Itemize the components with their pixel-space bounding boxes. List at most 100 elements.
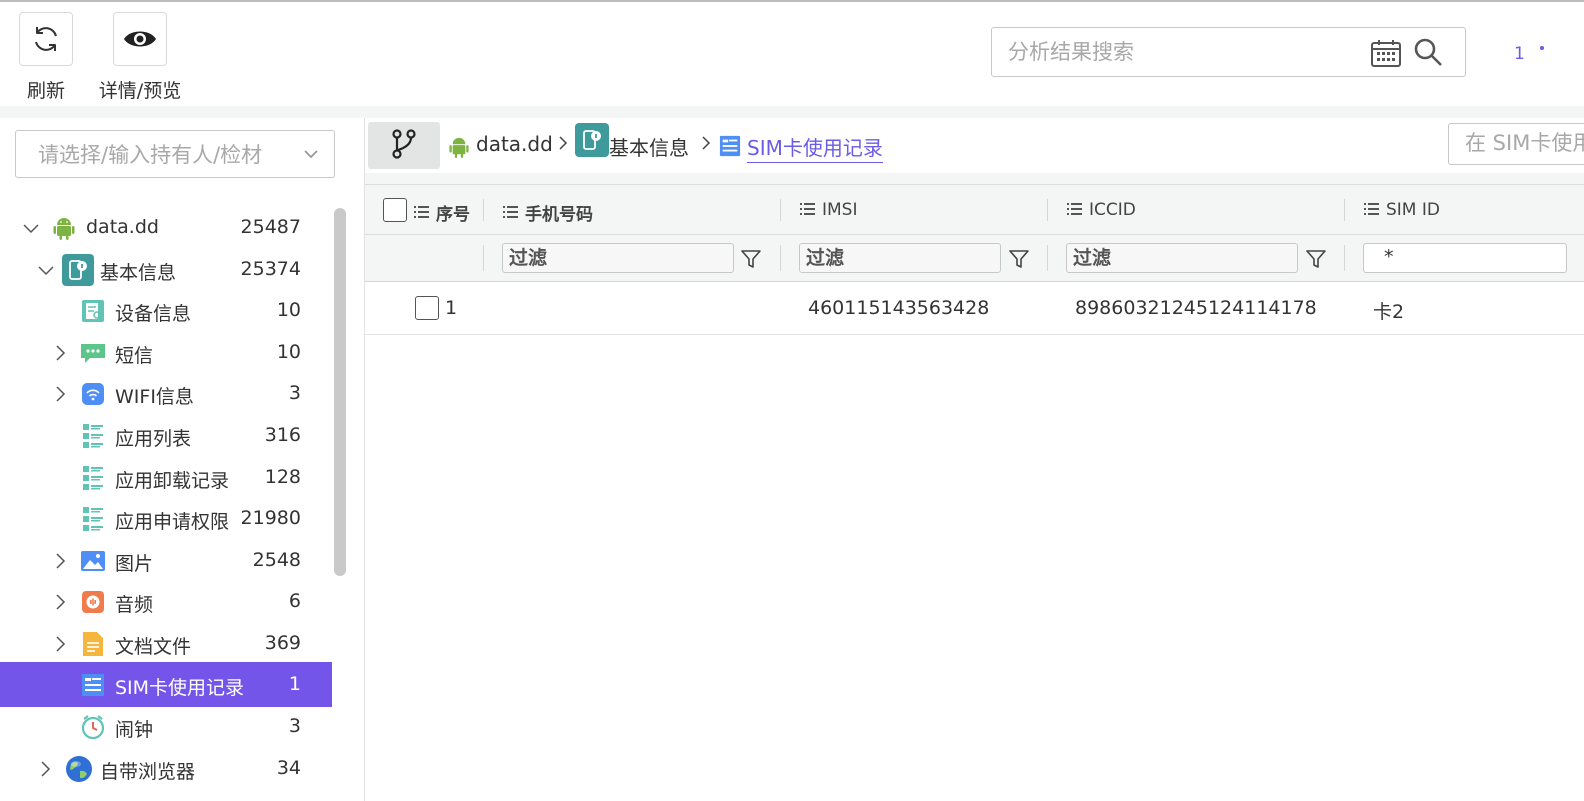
- filter-icon[interactable]: [1008, 248, 1030, 274]
- chevron-right-icon[interactable]: [37, 761, 53, 777]
- tree-item-count: 2548: [252, 549, 301, 571]
- owner-select[interactable]: [15, 130, 335, 178]
- chevron-down-icon[interactable]: [38, 262, 54, 278]
- chevron-right-icon[interactable]: [52, 345, 68, 361]
- column-divider[interactable]: [1344, 199, 1345, 221]
- imsi-filter-input[interactable]: [806, 247, 986, 269]
- breadcrumb-item-data-dd[interactable]: data.dd: [476, 132, 553, 156]
- tree-item-count: 10: [276, 299, 301, 321]
- column-menu-icon[interactable]: [414, 203, 429, 223]
- row-checkbox[interactable]: [415, 296, 439, 320]
- details-preview-button[interactable]: 详情/预览: [93, 12, 187, 103]
- in-table-search[interactable]: [1448, 123, 1584, 165]
- column-header-iccid[interactable]: ICCID: [1067, 200, 1136, 220]
- filter-icon[interactable]: [1305, 248, 1327, 274]
- breadcrumb-item-basic-info[interactable]: 基本信息: [609, 132, 689, 161]
- in-table-search-input[interactable]: [1465, 131, 1584, 155]
- refresh-button[interactable]: 刷新: [19, 12, 73, 103]
- column-header-label: SIM ID: [1386, 200, 1440, 220]
- divider-band: [365, 173, 1584, 184]
- phone-filter-input[interactable]: [509, 247, 716, 269]
- toolbar: 刷新 详情/预览 1: [0, 2, 1584, 106]
- chevron-right-icon[interactable]: [52, 636, 68, 652]
- image-icon: [80, 548, 106, 574]
- column-menu-icon[interactable]: [503, 203, 518, 223]
- column-header-phone[interactable]: 手机号码: [503, 200, 593, 225]
- column-divider[interactable]: [483, 199, 484, 221]
- imsi-filter[interactable]: [799, 243, 1001, 273]
- tree-item-count: 10: [276, 341, 301, 363]
- column-divider[interactable]: [1047, 199, 1048, 221]
- column-menu-icon[interactable]: [1364, 200, 1379, 220]
- tree-item-label: 应用列表: [115, 428, 192, 450]
- select-all-checkbox[interactable]: [383, 198, 407, 222]
- tree-item-data-dd[interactable]: data.dd 25487: [0, 207, 332, 249]
- tree-item-wifi[interactable]: WIFI信息 3: [0, 373, 332, 415]
- tree-item-count: 6: [288, 590, 301, 612]
- chevron-right-icon[interactable]: [52, 553, 68, 569]
- cell-iccid: 89860321245124114178: [1075, 297, 1317, 319]
- tree-item-count: 3: [288, 382, 301, 404]
- tree-item-basic-info[interactable]: 基本信息 25374: [0, 249, 332, 291]
- tree-item-app-list[interactable]: 应用列表 316: [0, 415, 332, 457]
- wifi-icon: [80, 381, 106, 407]
- tree-item-count: 369: [264, 632, 301, 654]
- tree-item-app-uninstall[interactable]: 应用卸载记录 128: [0, 457, 332, 499]
- main-panel: data.dd 基本信息 SIM卡使用记录 在 SIM卡使用记录中搜索 序号 手…: [364, 118, 1584, 801]
- tree-item-label: data.dd: [86, 216, 159, 238]
- tree-item-browser[interactable]: 自带浏览器 34: [0, 748, 332, 790]
- iccid-filter[interactable]: [1066, 243, 1298, 273]
- analysis-search-input[interactable]: [1008, 38, 1348, 66]
- column-header-imsi[interactable]: IMSI: [800, 200, 858, 220]
- column-menu-icon[interactable]: [800, 200, 815, 220]
- tree-item-count: 21980: [240, 507, 301, 529]
- search-icon[interactable]: [1413, 37, 1443, 71]
- breadcrumb-item-sim-records[interactable]: SIM卡使用记录: [747, 132, 883, 163]
- details-preview-label: 详情/预览: [98, 80, 182, 102]
- branch-toggle-button[interactable]: [368, 122, 440, 169]
- column-divider: [1047, 245, 1048, 271]
- page-indicator[interactable]: 1: [1514, 44, 1525, 64]
- tree-item-app-permissions[interactable]: 应用申请权限 21980: [0, 498, 332, 540]
- column-menu-icon[interactable]: [1067, 200, 1082, 220]
- tree-item-sim-records[interactable]: SIM卡使用记录 1: [0, 662, 332, 707]
- chevron-right-icon[interactable]: [52, 594, 68, 610]
- tree-item-documents[interactable]: 文档文件 369: [0, 623, 332, 665]
- tree-item-count: 34: [276, 757, 301, 779]
- divider-band: [0, 106, 1584, 118]
- breadcrumb: data.dd 基本信息 SIM卡使用记录: [365, 118, 1584, 173]
- column-header-label: ICCID: [1089, 200, 1136, 220]
- browser-icon: [64, 754, 94, 784]
- owner-select-input[interactable]: [38, 141, 288, 169]
- calendar-icon[interactable]: [1370, 38, 1402, 72]
- table-row[interactable]: 1 460115143563428 89860321245124114178 卡…: [365, 282, 1584, 335]
- tree-item-audio[interactable]: 音频 6: [0, 581, 332, 623]
- tree-item-alarm[interactable]: 闹钟 3: [0, 706, 332, 748]
- cell-sim-id: 卡2: [1373, 301, 1405, 323]
- sms-icon: [80, 340, 106, 366]
- iccid-filter-input[interactable]: [1073, 247, 1280, 269]
- sidebar-scrollbar[interactable]: [334, 208, 346, 576]
- chevron-down-icon[interactable]: [302, 145, 320, 167]
- column-divider[interactable]: [780, 199, 781, 221]
- phone-filter[interactable]: [502, 243, 734, 273]
- tree-item-images[interactable]: 图片 2548: [0, 540, 332, 582]
- android-icon: [449, 136, 469, 162]
- table-header: 序号 手机号码 IMSI ICCID SIM ID: [365, 185, 1584, 235]
- chevron-down-icon[interactable]: [23, 220, 39, 236]
- tree-item-count: 128: [264, 466, 301, 488]
- filter-row: *: [365, 235, 1584, 282]
- tree-item-label: WIFI信息: [115, 386, 194, 408]
- analysis-search[interactable]: [991, 27, 1466, 77]
- sidebar: data.dd 25487 基本信息 25374 设备信息 10: [0, 118, 349, 801]
- tree-item-sms[interactable]: 短信 10: [0, 332, 332, 374]
- tree-item-label: 应用申请权限: [115, 511, 230, 533]
- filter-icon[interactable]: [740, 248, 762, 274]
- column-divider: [780, 245, 781, 271]
- column-header-index[interactable]: 序号: [414, 200, 470, 225]
- sim-id-filter-value: *: [1384, 246, 1394, 268]
- tree-item-device-info[interactable]: 设备信息 10: [0, 290, 332, 332]
- column-header-sim-id[interactable]: SIM ID: [1364, 200, 1440, 220]
- sim-id-filter[interactable]: *: [1363, 243, 1567, 273]
- chevron-right-icon[interactable]: [52, 386, 68, 402]
